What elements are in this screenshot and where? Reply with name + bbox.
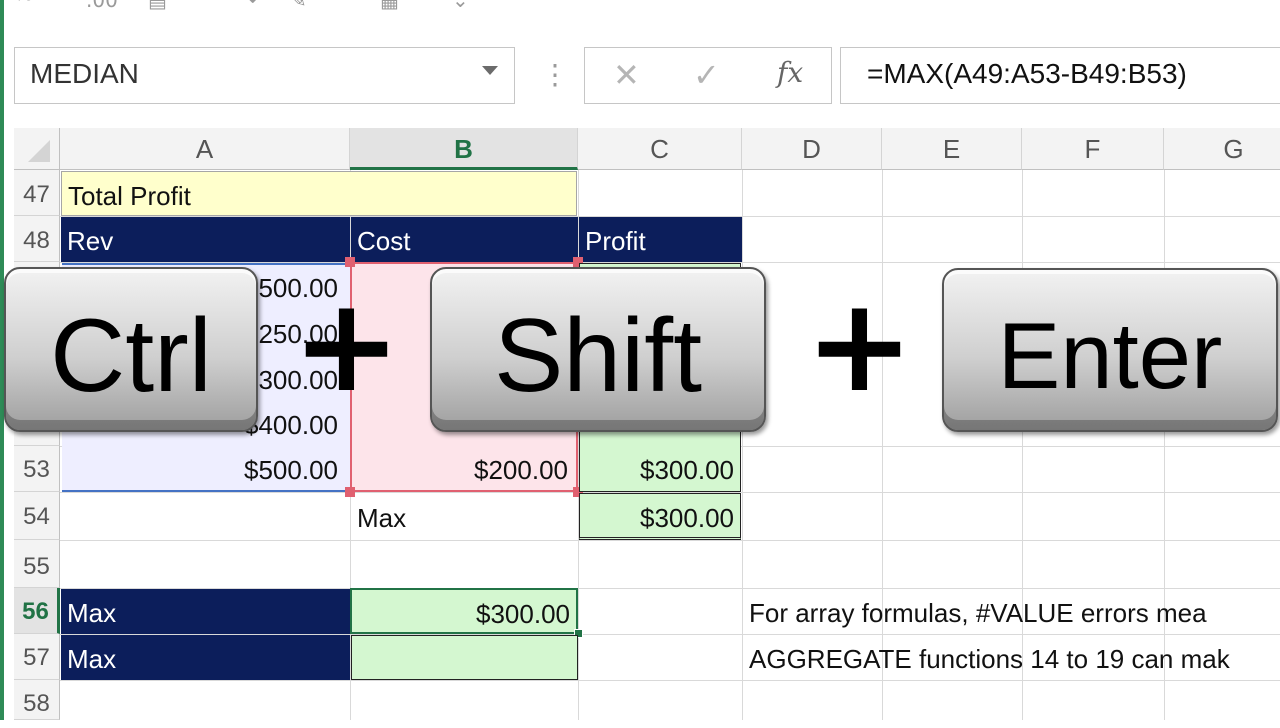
cell-a48[interactable]: Rev — [61, 217, 350, 262]
cell-a47[interactable]: Total Profit — [61, 171, 577, 216]
plus-sign-2: + — [805, 269, 914, 421]
cell-d57-note[interactable]: AGGREGATE functions 14 to 19 can mak — [743, 635, 1280, 680]
cell-c54[interactable]: $300.00 — [579, 493, 741, 540]
column-header-f[interactable]: F — [1022, 128, 1164, 170]
cell-a53[interactable]: $500.00 — [62, 447, 344, 491]
row-header-57[interactable]: 57 — [14, 634, 60, 680]
cell-c48[interactable]: Profit — [579, 217, 742, 262]
dropdown-icon[interactable]: ⌄ — [452, 0, 469, 12]
enter-key: Enter — [942, 268, 1278, 432]
increase-decimal-icon[interactable]: ⁺⁰ — [14, 0, 33, 12]
column-header-b[interactable]: B — [350, 128, 578, 170]
cell-a56[interactable]: Max — [61, 589, 350, 634]
ctrl-key: Ctrl — [4, 267, 258, 432]
row-header-55[interactable]: 55 — [14, 540, 60, 588]
column-header-d[interactable]: D — [742, 128, 882, 170]
cell-b54[interactable]: Max — [351, 493, 578, 540]
range-handle[interactable] — [345, 257, 355, 267]
name-box-value: MEDIAN — [30, 58, 139, 89]
cell-b53[interactable]: $200.00 — [352, 447, 574, 491]
cell-b48[interactable]: Cost — [351, 217, 578, 262]
column-header-c[interactable]: C — [578, 128, 742, 170]
gridline — [60, 680, 1280, 681]
row-header-54[interactable]: 54 — [14, 492, 60, 540]
table-icon[interactable]: ▦ — [380, 0, 399, 12]
column-header-e[interactable]: E — [882, 128, 1022, 170]
cell-b57[interactable] — [351, 635, 578, 680]
cancel-icon[interactable]: ✕ — [613, 56, 640, 94]
enter-icon[interactable]: ✓ — [693, 56, 720, 94]
decrease-decimal-icon[interactable]: .00 — [86, 0, 118, 12]
row-header-53[interactable]: 53 — [14, 446, 60, 492]
column-header-a[interactable]: A — [60, 128, 350, 170]
cell-c53[interactable]: $300.00 — [580, 447, 740, 491]
row-header-58[interactable]: 58 — [14, 680, 60, 720]
ribbon-toolbar: ⁺⁰ .00 ▤ ↶ ✎ ▦ ⌄ — [0, 0, 1280, 30]
row-header-56[interactable]: 56 — [14, 588, 60, 634]
formula-bar-grip-icon[interactable]: ⋮ — [541, 58, 569, 91]
chevron-down-icon[interactable] — [482, 66, 498, 75]
column-header-g[interactable]: G — [1164, 128, 1280, 170]
cell-d56-note[interactable]: For array formulas, #VALUE errors mea — [743, 589, 1280, 634]
plus-sign-1: + — [292, 269, 401, 421]
row-header-47[interactable]: 47 — [14, 170, 60, 216]
shift-key: Shift — [430, 267, 766, 432]
formula-text: =MAX(A49:A53-B49:B53) — [867, 58, 1187, 89]
paint-icon[interactable]: ✎ — [290, 0, 307, 12]
format-icon[interactable]: ▤ — [148, 0, 167, 12]
cell-b56-active[interactable]: $300.00 — [350, 588, 578, 634]
undo-icon[interactable]: ↶ — [248, 0, 265, 12]
select-all-triangle-icon — [28, 140, 50, 162]
insert-function-button[interactable]: fx — [777, 56, 803, 89]
row-header-48[interactable]: 48 — [14, 216, 60, 262]
cell-a57[interactable]: Max — [61, 635, 350, 680]
